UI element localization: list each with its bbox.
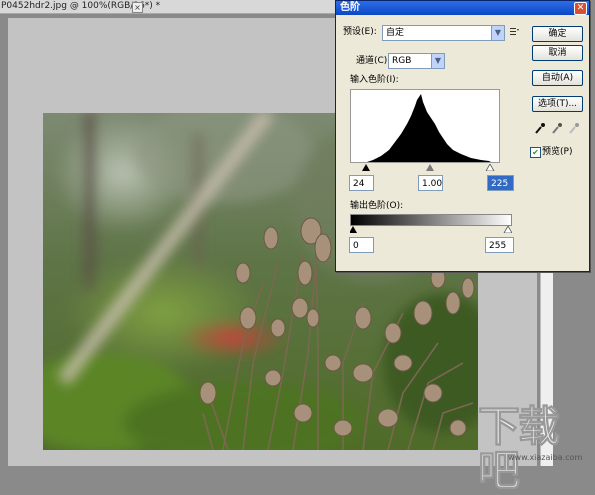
input-gamma-field[interactable]: 1.00 bbox=[418, 175, 443, 191]
white-point-slider-icon bbox=[485, 163, 495, 172]
black-point-slider-icon bbox=[362, 164, 370, 171]
document-tab[interactable]: P0452hdr2.jpg @ 100%(RGB/16*) * × bbox=[0, 0, 338, 14]
histogram bbox=[350, 89, 500, 163]
preset-select[interactable]: 自定 ▼ bbox=[382, 25, 505, 41]
chevron-down-icon: ▼ bbox=[431, 54, 444, 68]
channel-label: 通道(C): bbox=[356, 56, 391, 66]
black-eyedropper-icon[interactable] bbox=[534, 122, 546, 134]
preview-label: 预览(P) bbox=[542, 147, 573, 157]
output-black-slider-icon bbox=[349, 226, 357, 233]
input-black-field[interactable]: 24 bbox=[349, 175, 374, 191]
channel-select[interactable]: RGB ▼ bbox=[388, 53, 445, 69]
gamma-slider-icon bbox=[426, 164, 434, 171]
input-white-field[interactable]: 225 bbox=[487, 175, 514, 191]
output-levels-slider[interactable] bbox=[349, 225, 513, 234]
output-white-field[interactable]: 255 bbox=[485, 237, 514, 253]
levels-dialog: 色阶 ✕ 预设(E): 自定 ▼ 通道(C): RGB ▼ 输入色阶(I): 2… bbox=[335, 0, 590, 272]
input-levels-label: 输入色阶(I): bbox=[350, 75, 399, 85]
preset-menu-icon[interactable] bbox=[509, 26, 520, 37]
watermark-logo: 下载吧 www.xiazaiba.com bbox=[478, 404, 583, 493]
ok-button[interactable]: 确定 bbox=[532, 26, 583, 42]
gray-eyedropper-icon[interactable] bbox=[551, 122, 563, 134]
dialog-titlebar[interactable]: 色阶 ✕ bbox=[336, 1, 589, 15]
cancel-button[interactable]: 取消 bbox=[532, 45, 583, 61]
input-levels-slider[interactable] bbox=[350, 163, 498, 172]
options-button[interactable]: 选项(T)... bbox=[532, 96, 583, 112]
channel-value: RGB bbox=[392, 56, 412, 66]
close-icon[interactable]: ✕ bbox=[574, 2, 587, 15]
preview-checkbox[interactable]: ✔ bbox=[530, 147, 541, 158]
preset-label: 预设(E): bbox=[343, 27, 377, 37]
output-levels-label: 输出色阶(O): bbox=[350, 201, 404, 211]
white-eyedropper-icon[interactable] bbox=[568, 122, 580, 134]
output-black-field[interactable]: 0 bbox=[349, 237, 374, 253]
auto-button[interactable]: 自动(A) bbox=[532, 70, 583, 86]
watermark-url: www.xiazaiba.com bbox=[508, 453, 583, 462]
document-close-icon[interactable]: × bbox=[132, 2, 143, 13]
dialog-title: 色阶 bbox=[340, 2, 360, 13]
preset-value: 自定 bbox=[386, 28, 405, 38]
chevron-down-icon: ▼ bbox=[491, 26, 504, 40]
output-white-slider-icon bbox=[503, 225, 513, 234]
watermark-text: 下载吧 bbox=[478, 402, 561, 495]
